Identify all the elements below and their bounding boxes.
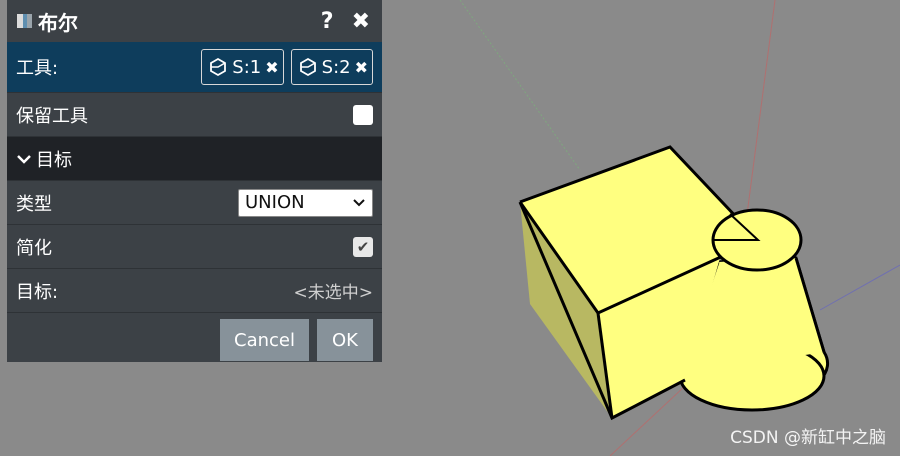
- check-icon: ✔: [356, 237, 370, 256]
- cancel-button[interactable]: Cancel: [220, 319, 309, 361]
- chevron-down-icon: [17, 154, 31, 164]
- tool-chip-s1[interactable]: S:1 ✖: [201, 49, 284, 85]
- help-button[interactable]: ?: [321, 9, 334, 34]
- keep-tools-checkbox[interactable]: [353, 104, 373, 125]
- target-value[interactable]: <未选中>: [294, 278, 374, 303]
- dialog-titlebar: 布尔 ? ✖: [7, 0, 382, 42]
- target-section-header[interactable]: 目标: [7, 136, 382, 180]
- ok-button[interactable]: OK: [317, 319, 373, 361]
- solid-icon: [210, 57, 227, 77]
- chevron-down-icon: [353, 198, 365, 206]
- tool-chip-label: S:2: [321, 56, 351, 78]
- tool-chip-label: S:1: [232, 56, 262, 78]
- simplify-label: 简化: [16, 237, 52, 259]
- type-select-value: UNION: [245, 192, 305, 213]
- keep-tools-row: 保留工具: [7, 92, 382, 136]
- keep-tools-label: 保留工具: [16, 105, 88, 127]
- dialog-title: 布尔: [38, 10, 78, 35]
- type-row: 类型 UNION: [7, 180, 382, 224]
- close-button[interactable]: ✖: [352, 9, 370, 34]
- tool-chip-s2[interactable]: S:2 ✖: [290, 49, 373, 85]
- simplify-checkbox[interactable]: ✔: [353, 236, 373, 257]
- solid-icon: [299, 57, 316, 77]
- target-section-label: 目标: [36, 149, 72, 171]
- dialog-actions: Cancel OK: [7, 312, 382, 366]
- type-label: 类型: [16, 193, 52, 215]
- tools-label: 工具:: [16, 58, 59, 79]
- type-select[interactable]: UNION: [238, 188, 373, 217]
- remove-icon[interactable]: ✖: [355, 58, 368, 77]
- target-row: 目标: <未选中>: [7, 268, 382, 312]
- target-label: 目标:: [16, 281, 59, 303]
- watermark-text: CSDN @新缸中之脑: [730, 428, 886, 448]
- boolean-dialog: 布尔 ? ✖ 工具: S:1 ✖ S:2 ✖ 保留工具 目标 类型 UNION …: [7, 0, 382, 362]
- tools-row: 工具: S:1 ✖ S:2 ✖: [7, 42, 382, 92]
- remove-icon[interactable]: ✖: [265, 58, 278, 77]
- boolean-icon: [17, 14, 32, 28]
- simplify-row: 简化 ✔: [7, 224, 382, 268]
